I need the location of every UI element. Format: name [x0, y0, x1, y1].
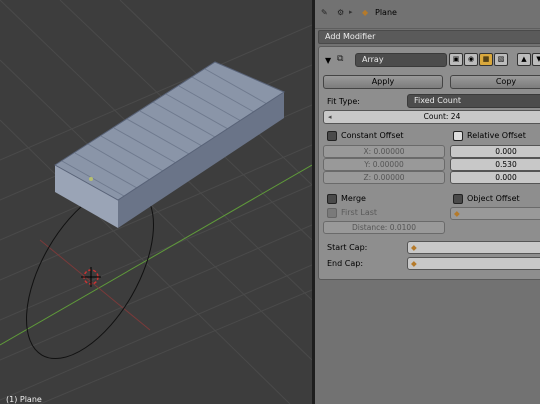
- fit-type-dropdown[interactable]: Fixed Count: [407, 94, 540, 108]
- object-offset-field[interactable]: ◆: [450, 207, 540, 220]
- end-cap-label: End Cap:: [327, 259, 364, 268]
- relative-offset-label: Relative Offset: [467, 131, 526, 140]
- 3d-viewport[interactable]: (1) Plane: [0, 0, 312, 404]
- object-field-icon: ◆: [454, 209, 460, 218]
- viewport-object-label: (1) Plane: [6, 395, 42, 404]
- eye-icon[interactable]: ◉: [464, 53, 478, 66]
- viewport-canvas: [0, 0, 312, 404]
- add-modifier-label: Add Modifier: [325, 32, 376, 41]
- fit-type-label: Fit Type:: [327, 97, 360, 106]
- add-modifier-button[interactable]: Add Modifier: [318, 30, 540, 44]
- breadcrumb-object[interactable]: Plane: [375, 8, 397, 17]
- end-cap-object-icon: ◆: [411, 259, 417, 268]
- constant-offset-label: Constant Offset: [341, 131, 404, 140]
- merge-label: Merge: [341, 194, 366, 203]
- count-field[interactable]: ◂ Count: 24: [323, 110, 540, 124]
- array-modifier-icon: ⧉: [337, 54, 344, 64]
- merge-distance-field[interactable]: Distance: 0.0100: [323, 221, 445, 234]
- move-down-icon[interactable]: ▼: [532, 53, 540, 66]
- grid-x-axis: [39, 239, 151, 331]
- properties-header: ✎ ⚙ ▸ ◆ Plane: [315, 0, 540, 29]
- render-icon[interactable]: ▣: [449, 53, 463, 66]
- pin-icon[interactable]: ✎: [321, 8, 328, 17]
- cage-icon[interactable]: ▧: [494, 53, 508, 66]
- relative-offset-z[interactable]: 0.000: [450, 171, 540, 184]
- first-last-label: First Last: [341, 208, 378, 217]
- object-offset-checkbox[interactable]: [453, 194, 463, 204]
- object-icon: ◆: [362, 8, 369, 17]
- start-cap-object-icon: ◆: [411, 243, 417, 252]
- merge-checkbox[interactable]: [327, 194, 337, 204]
- constant-offset-y[interactable]: Y: 0.00000: [323, 158, 445, 171]
- decrement-arrow-icon[interactable]: ◂: [328, 111, 332, 123]
- relative-offset-checkbox[interactable]: [453, 131, 463, 141]
- constant-offset-checkbox[interactable]: [327, 131, 337, 141]
- start-cap-field[interactable]: ◆: [407, 241, 540, 254]
- object-offset-label: Object Offset: [467, 194, 520, 203]
- constant-offset-x[interactable]: X: 0.00000: [323, 145, 445, 158]
- copy-button[interactable]: Copy: [450, 75, 540, 89]
- constant-offset-z[interactable]: Z: 0.00000: [323, 171, 445, 184]
- modifier-name-field[interactable]: Array: [355, 53, 447, 67]
- relative-offset-y[interactable]: 0.530: [450, 158, 540, 171]
- editmode-icon[interactable]: ▦: [479, 53, 493, 66]
- scene-icon[interactable]: ⚙: [337, 8, 344, 17]
- object-origin: [89, 177, 93, 181]
- collapse-arrow-icon[interactable]: ▼: [325, 56, 331, 65]
- breadcrumb-separator: ▸: [349, 8, 353, 16]
- count-text: Count: 24: [423, 112, 461, 121]
- apply-button[interactable]: Apply: [323, 75, 443, 89]
- array-modifier-panel: ▼ ⧉ Array ▣ ◉ ▦ ▧ ▲ ▼ Apply Copy Fit Typ…: [318, 46, 540, 280]
- relative-offset-x[interactable]: 0.000: [450, 145, 540, 158]
- move-up-icon[interactable]: ▲: [517, 53, 531, 66]
- first-last-checkbox[interactable]: [327, 208, 337, 218]
- end-cap-field[interactable]: ◆: [407, 257, 540, 270]
- properties-panel: ✎ ⚙ ▸ ◆ Plane Add Modifier ▼ ⧉ Array ▣ ◉…: [315, 0, 540, 404]
- start-cap-label: Start Cap:: [327, 243, 368, 252]
